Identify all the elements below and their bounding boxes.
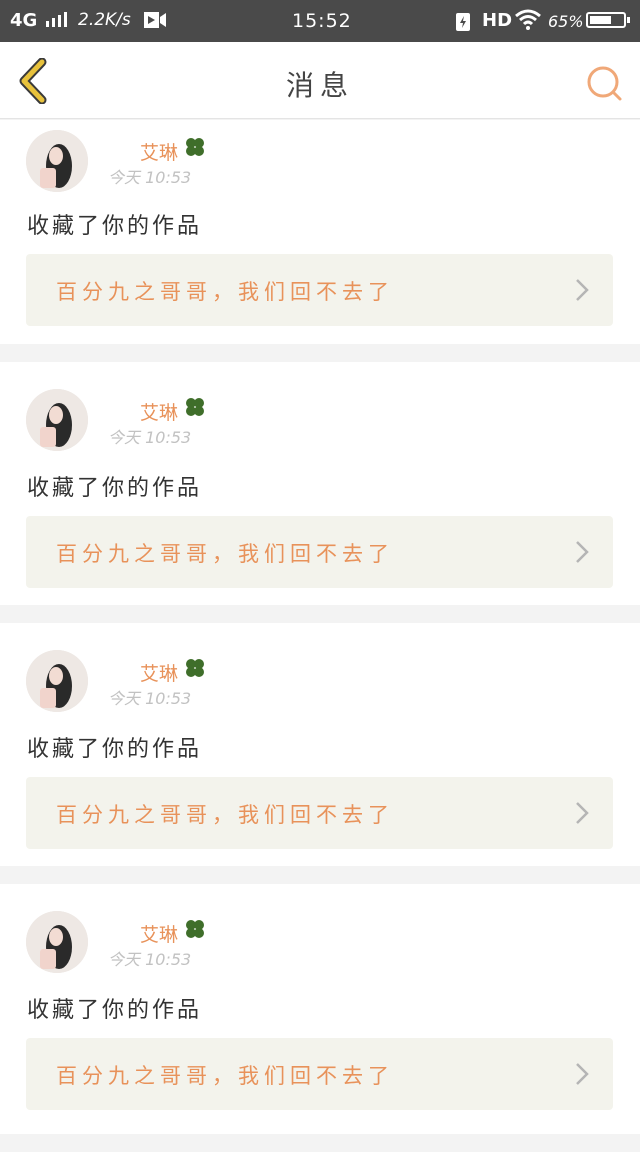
chevron-right-icon — [576, 541, 589, 563]
page-title: 消息 — [285, 69, 354, 102]
wifi-icon — [514, 8, 542, 35]
message-card: 艾琳 今天 10:53 收藏了你的作品 百分九之哥哥，我们回不去了 — [0, 362, 640, 605]
clover-icon — [186, 398, 204, 416]
avatar[interactable] — [26, 130, 88, 192]
message-action: 收藏了你的作品 — [27, 476, 203, 501]
avatar[interactable] — [26, 650, 88, 712]
work-title: 百分九之哥哥，我们回不去了 — [56, 280, 394, 304]
work-link[interactable]: 百分九之哥哥，我们回不去了 — [26, 516, 613, 588]
message-action: 收藏了你的作品 — [27, 737, 203, 762]
message-action: 收藏了你的作品 — [27, 998, 203, 1023]
username[interactable]: 艾琳 — [140, 659, 178, 686]
chevron-right-icon — [576, 1063, 589, 1085]
clover-icon — [186, 659, 204, 677]
message-card: 艾琳 今天 10:53 收藏了你的作品 百分九之哥哥，我们回不去了 — [0, 120, 640, 344]
work-title: 百分九之哥哥，我们回不去了 — [56, 542, 394, 566]
username[interactable]: 艾琳 — [140, 920, 178, 947]
message-time: 今天 10:53 — [108, 168, 192, 187]
work-link[interactable]: 百分九之哥哥，我们回不去了 — [26, 777, 613, 849]
message-action: 收藏了你的作品 — [27, 214, 203, 239]
hd-indicator: HD — [482, 10, 513, 31]
avatar[interactable] — [26, 389, 88, 451]
network-speed: 2.2K/s — [78, 10, 131, 30]
work-title: 百分九之哥哥，我们回不去了 — [56, 1064, 394, 1088]
avatar[interactable] — [26, 911, 88, 973]
message-card: 艾琳 今天 10:53 收藏了你的作品 百分九之哥哥，我们回不去了 — [0, 623, 640, 866]
charging-icon — [456, 11, 470, 36]
battery-icon — [586, 12, 630, 28]
work-title: 百分九之哥哥，我们回不去了 — [56, 803, 394, 827]
message-card: 艾琳 今天 10:53 收藏了你的作品 百分九之哥哥，我们回不去了 — [0, 884, 640, 1134]
work-link[interactable]: 百分九之哥哥，我们回不去了 — [26, 254, 613, 326]
clover-icon — [186, 138, 204, 156]
nav-bar: 消息 — [0, 42, 640, 119]
search-icon[interactable] — [584, 64, 624, 104]
message-list: 艾琳 今天 10:53 收藏了你的作品 百分九之哥哥，我们回不去了 艾琳 今天 … — [0, 120, 640, 1152]
chevron-right-icon — [576, 802, 589, 824]
username[interactable]: 艾琳 — [140, 138, 178, 165]
status-bar: 4G 2.2K/s 15:52 HD 65% — [0, 0, 640, 42]
chevron-right-icon — [576, 279, 589, 301]
network-indicator: 4G — [10, 10, 74, 31]
username[interactable]: 艾琳 — [140, 398, 178, 425]
message-time: 今天 10:53 — [108, 950, 192, 969]
clock: 15:52 — [292, 10, 352, 32]
video-icon — [144, 12, 166, 28]
message-time: 今天 10:53 — [108, 428, 192, 447]
message-time: 今天 10:53 — [108, 689, 192, 708]
battery-percent: 65% — [548, 12, 584, 31]
clover-icon — [186, 920, 204, 938]
signal-icon — [45, 12, 67, 27]
work-link[interactable]: 百分九之哥哥，我们回不去了 — [26, 1038, 613, 1110]
